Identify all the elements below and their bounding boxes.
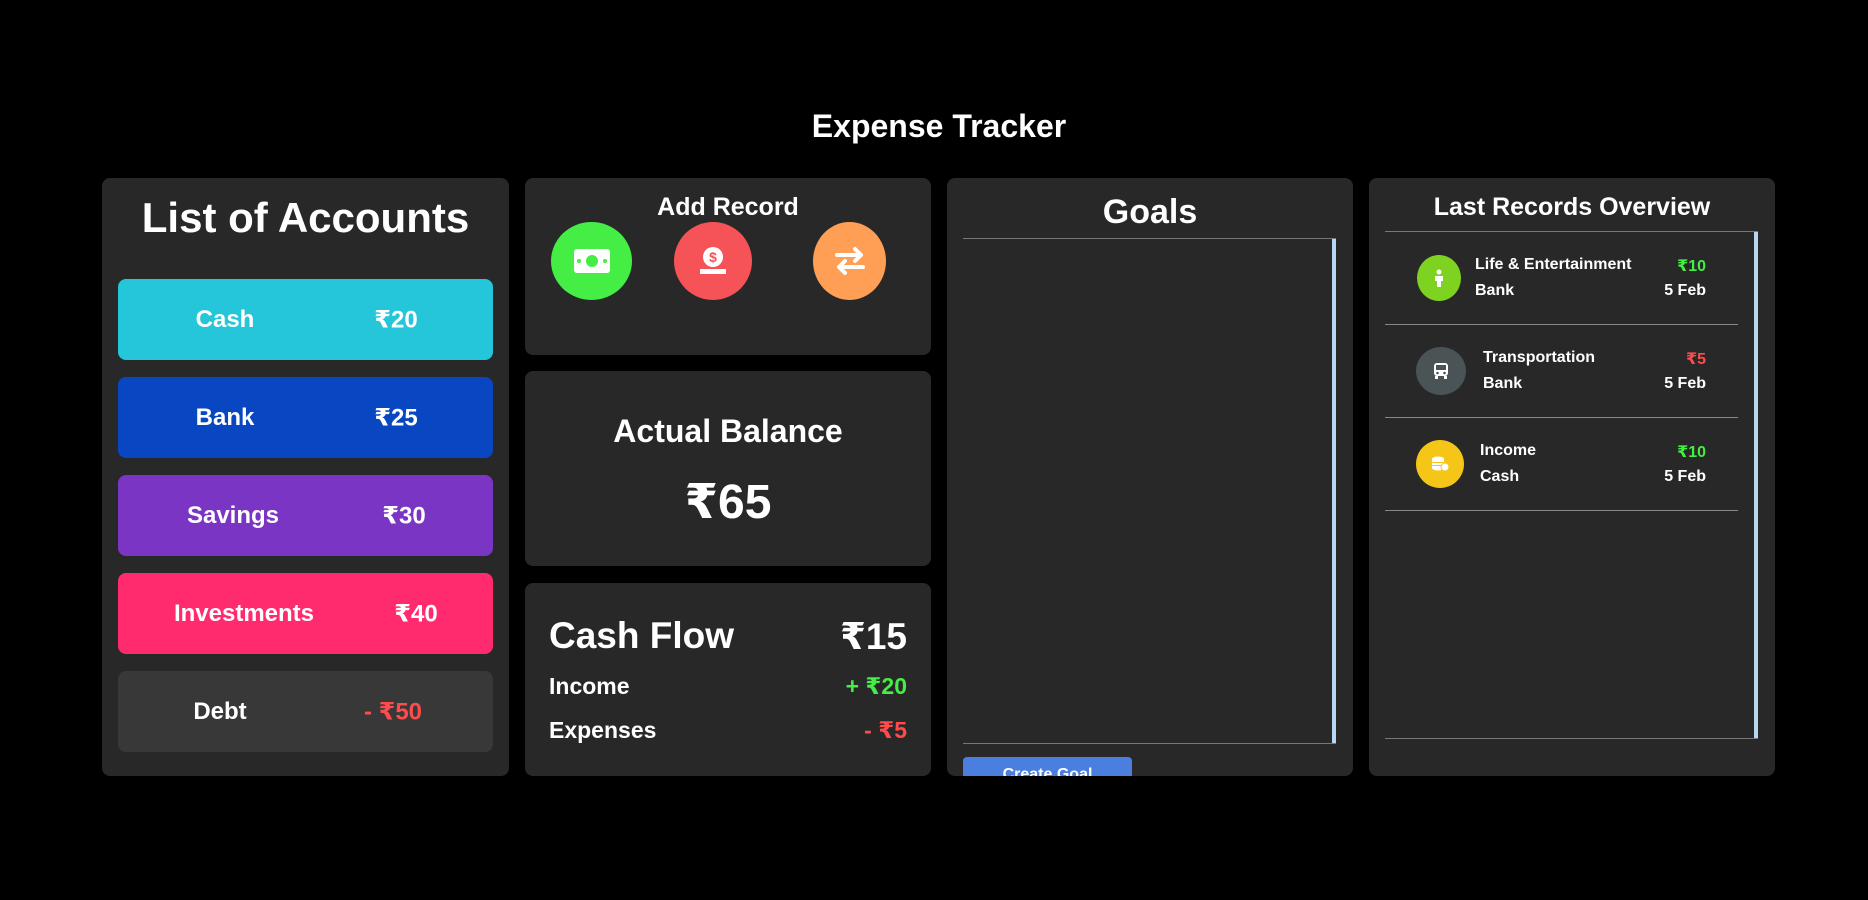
records-scrollbar[interactable]	[1754, 232, 1758, 738]
cash-flow-panel: Cash Flow ₹15 Income + ₹20 Expenses - ₹5	[525, 583, 931, 776]
account-cash[interactable]: Cash ₹20	[118, 279, 493, 360]
income-row: Income + ₹20	[549, 673, 907, 700]
account-amount: ₹30	[382, 502, 426, 529]
record-account: Cash	[1480, 468, 1520, 485]
account-name: Bank	[195, 403, 255, 431]
records-panel: Last Records Overview Life & Entertainme…	[1369, 178, 1775, 776]
add-income-button[interactable]	[551, 222, 632, 300]
record-amount: ₹10	[1677, 258, 1706, 275]
create-goal-button[interactable]: Create Goal	[963, 757, 1132, 776]
record-item[interactable]: Life & Entertainment Bank ₹10 5 Feb	[1385, 232, 1738, 325]
balance-label: Actual Balance	[613, 413, 843, 449]
bus-icon	[1416, 347, 1466, 395]
goals-scrollbar[interactable]	[1332, 239, 1336, 743]
account-name: Savings	[186, 501, 280, 529]
income-label: Income	[549, 673, 630, 699]
account-name: Debt	[193, 697, 247, 725]
record-item[interactable]: Transportation Bank ₹5 5 Feb	[1385, 325, 1738, 418]
transfer-icon	[834, 247, 865, 275]
add-transfer-button[interactable]	[813, 222, 886, 300]
record-date: 5 Feb	[1664, 282, 1706, 299]
record-account: Bank	[1475, 282, 1515, 299]
accounts-panel: List of Accounts Cash ₹20 Bank ₹25 Savin…	[102, 178, 509, 776]
record-category: Life & Entertainment	[1475, 256, 1632, 273]
record-category: Transportation	[1483, 349, 1596, 366]
goals-panel: Goals Create Goal	[947, 178, 1353, 776]
account-savings[interactable]: Savings ₹30	[118, 475, 493, 556]
cash-icon	[573, 249, 610, 273]
account-name: Investments	[173, 599, 315, 627]
add-record-panel: Add Record $	[525, 178, 931, 355]
account-amount: ₹25	[374, 404, 418, 431]
record-amount: ₹10	[1677, 444, 1706, 461]
account-debt[interactable]: Debt - ₹50	[118, 671, 493, 752]
record-amount: ₹5	[1685, 351, 1706, 368]
record-account: Bank	[1483, 375, 1523, 392]
cash-flow-header: Cash Flow ₹15	[549, 615, 907, 658]
goals-list[interactable]	[963, 238, 1336, 744]
money-bag-icon: $	[700, 247, 726, 274]
add-expense-button[interactable]: $	[674, 222, 752, 300]
record-category: Income	[1480, 442, 1537, 459]
records-list[interactable]: Life & Entertainment Bank ₹10 5 Feb Tran…	[1385, 231, 1758, 739]
balance-panel: Actual Balance ₹65	[525, 371, 931, 566]
accounts-title: List of Accounts	[141, 194, 470, 241]
svg-text:$: $	[709, 249, 717, 265]
account-amount: ₹20	[374, 306, 418, 333]
account-bank[interactable]: Bank ₹25	[118, 377, 493, 458]
expenses-label: Expenses	[549, 717, 657, 743]
account-name: Cash	[195, 305, 255, 333]
coins-icon	[1416, 440, 1464, 488]
add-record-title: Add Record	[657, 193, 799, 221]
expenses-row: Expenses - ₹5	[549, 717, 907, 744]
record-date: 5 Feb	[1664, 375, 1706, 392]
record-item[interactable]: Income Cash ₹10 5 Feb	[1385, 418, 1738, 511]
goals-title: Goals	[1102, 193, 1198, 231]
income-value: + ₹20	[845, 673, 907, 699]
account-amount: - ₹50	[363, 698, 423, 725]
account-amount: ₹40	[394, 600, 438, 627]
balance-value: ₹65	[684, 476, 772, 529]
account-investments[interactable]: Investments ₹40	[118, 573, 493, 654]
cash-flow-label: Cash Flow	[549, 615, 735, 656]
record-date: 5 Feb	[1664, 468, 1706, 485]
cash-flow-total: ₹15	[840, 616, 907, 657]
app-title: Expense Tracker	[811, 108, 1067, 144]
records-title: Last Records Overview	[1433, 193, 1711, 221]
expenses-value: - ₹5	[864, 717, 907, 743]
person-icon	[1417, 255, 1461, 301]
